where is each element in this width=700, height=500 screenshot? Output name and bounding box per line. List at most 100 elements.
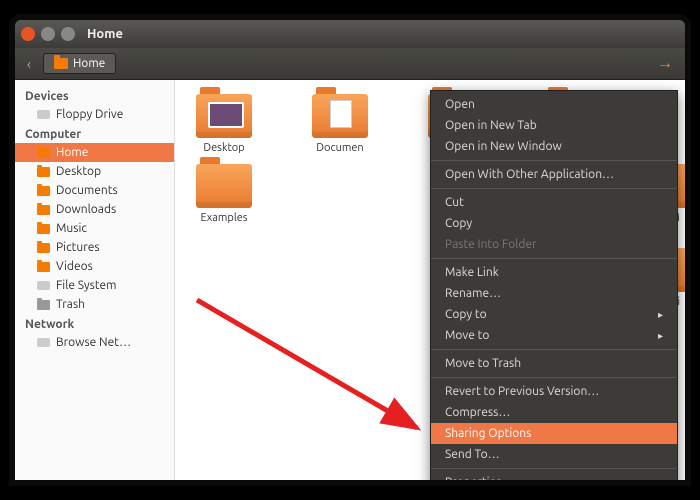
menu-item-cut[interactable]: Cut bbox=[431, 192, 677, 213]
sidebar-item-label: Browse Net… bbox=[56, 336, 131, 349]
menu-item-move-to-trash[interactable]: Move to Trash bbox=[431, 353, 677, 374]
minimize-icon[interactable] bbox=[41, 27, 55, 41]
menu-item-label: Open in New Window bbox=[445, 140, 562, 153]
menu-item-make-link[interactable]: Make Link bbox=[431, 262, 677, 283]
menu-separator bbox=[431, 468, 677, 469]
drive-icon bbox=[37, 281, 50, 290]
menu-item-open-in-new-window[interactable]: Open in New Window bbox=[431, 136, 677, 157]
menu-item-send-to[interactable]: Send To… bbox=[431, 444, 677, 465]
menu-item-label: Open With Other Application… bbox=[445, 168, 614, 181]
folder-desktop[interactable]: Desktop bbox=[185, 94, 263, 154]
sidebar-item-label: Downloads bbox=[56, 203, 116, 216]
sidebar-item-desktop[interactable]: Desktop bbox=[15, 162, 174, 181]
trash-icon bbox=[37, 300, 50, 310]
menu-separator bbox=[431, 160, 677, 161]
breadcrumb-label: Home bbox=[73, 57, 105, 70]
menu-item-copy[interactable]: Copy bbox=[431, 213, 677, 234]
folder-icon bbox=[196, 164, 252, 208]
menu-item-label: Move to Trash bbox=[445, 357, 521, 370]
menu-item-label: Copy to bbox=[445, 308, 487, 321]
sidebar-item-label: Home bbox=[56, 146, 88, 159]
sidebar-item-browse-net-[interactable]: Browse Net… bbox=[15, 333, 174, 352]
folder-icon bbox=[37, 167, 50, 177]
sidebar-header: Network bbox=[15, 314, 174, 333]
menu-item-open-with-other-application[interactable]: Open With Other Application… bbox=[431, 164, 677, 185]
close-icon[interactable] bbox=[21, 27, 35, 41]
menu-separator bbox=[431, 377, 677, 378]
sidebar-item-file-system[interactable]: File System bbox=[15, 276, 174, 295]
toolbar: ‹ Home → bbox=[15, 48, 685, 80]
folder-label: Documen bbox=[301, 142, 379, 154]
forward-button[interactable]: → bbox=[653, 52, 677, 75]
sidebar-item-label: Documents bbox=[56, 184, 118, 197]
folder-icon bbox=[37, 186, 50, 196]
menu-item-label: Cut bbox=[445, 196, 464, 209]
sidebar-item-trash[interactable]: Trash bbox=[15, 295, 174, 314]
menu-item-paste-into-folder: Paste Into Folder bbox=[431, 234, 677, 255]
breadcrumb[interactable]: Home bbox=[43, 53, 116, 74]
menu-separator bbox=[431, 188, 677, 189]
sidebar-header: Computer bbox=[15, 124, 174, 143]
folder-icon bbox=[37, 148, 50, 158]
window-title: Home bbox=[87, 27, 123, 41]
drive-icon bbox=[37, 338, 50, 347]
menu-item-label: Revert to Previous Version… bbox=[445, 385, 599, 398]
sidebar-item-videos[interactable]: Videos bbox=[15, 257, 174, 276]
folder-icon bbox=[37, 243, 50, 253]
folder-icon bbox=[37, 205, 50, 215]
menu-separator bbox=[431, 349, 677, 350]
sidebar: Devices Floppy Drive Computer Home Desktop Do… bbox=[15, 80, 175, 480]
sidebar-item-label: Music bbox=[56, 222, 87, 235]
sidebar-item-downloads[interactable]: Downloads bbox=[15, 200, 174, 219]
chevron-right-icon: ▸ bbox=[658, 330, 663, 342]
folder-label: Examples bbox=[185, 212, 263, 224]
sidebar-item-pictures[interactable]: Pictures bbox=[15, 238, 174, 257]
menu-item-move-to[interactable]: Move to ▸ bbox=[431, 325, 677, 346]
menu-item-label: Make Link bbox=[445, 266, 499, 279]
file-manager-window: Home ‹ Home → Devices Floppy Drive Compute… bbox=[15, 20, 685, 480]
chevron-right-icon: ▸ bbox=[658, 309, 663, 321]
menu-item-sharing-options[interactable]: Sharing Options bbox=[431, 423, 677, 444]
folder-label: Desktop bbox=[185, 142, 263, 154]
context-menu: Open Open in New Tab Open in New Window Ope… bbox=[430, 90, 678, 480]
sidebar-item-label: Pictures bbox=[56, 241, 100, 254]
sidebar-item-label: Videos bbox=[56, 260, 93, 273]
menu-item-open[interactable]: Open bbox=[431, 94, 677, 115]
sidebar-item-documents[interactable]: Documents bbox=[15, 181, 174, 200]
titlebar[interactable]: Home bbox=[15, 20, 685, 48]
sidebar-item-label: Floppy Drive bbox=[56, 108, 123, 121]
folder-icon bbox=[312, 94, 368, 138]
menu-item-rename[interactable]: Rename… bbox=[431, 283, 677, 304]
menu-item-revert-to-previous-version[interactable]: Revert to Previous Version… bbox=[431, 381, 677, 402]
folder-icon bbox=[54, 58, 68, 69]
sidebar-item-label: File System bbox=[56, 279, 117, 292]
sidebar-item-label: Desktop bbox=[56, 165, 101, 178]
maximize-icon[interactable] bbox=[61, 27, 75, 41]
sidebar-item-music[interactable]: Music bbox=[15, 219, 174, 238]
menu-item-label: Properties bbox=[445, 476, 501, 480]
menu-item-label: Move to bbox=[445, 329, 489, 342]
menu-item-label: Compress… bbox=[445, 406, 510, 419]
sidebar-item-home[interactable]: Home bbox=[15, 143, 174, 162]
folder-documen[interactable]: Documen bbox=[301, 94, 379, 154]
sidebar-header: Devices bbox=[15, 86, 174, 105]
drive-icon bbox=[37, 110, 50, 119]
menu-item-label: Open in New Tab bbox=[445, 119, 537, 132]
menu-item-compress[interactable]: Compress… bbox=[431, 402, 677, 423]
back-button[interactable]: ‹ bbox=[23, 54, 35, 74]
sidebar-item-label: Trash bbox=[56, 298, 85, 311]
menu-item-label: Rename… bbox=[445, 287, 501, 300]
menu-item-label: Copy bbox=[445, 217, 472, 230]
menu-item-label: Send To… bbox=[445, 448, 500, 461]
menu-separator bbox=[431, 258, 677, 259]
folder-icon bbox=[196, 94, 252, 138]
menu-item-label: Open bbox=[445, 98, 475, 111]
menu-item-label: Paste Into Folder bbox=[445, 238, 537, 251]
menu-item-open-in-new-tab[interactable]: Open in New Tab bbox=[431, 115, 677, 136]
menu-item-copy-to[interactable]: Copy to ▸ bbox=[431, 304, 677, 325]
menu-item-properties[interactable]: Properties bbox=[431, 472, 677, 480]
folder-examples[interactable]: Examples bbox=[185, 164, 263, 224]
folder-icon bbox=[37, 262, 50, 272]
folder-icon bbox=[37, 224, 50, 234]
sidebar-item-floppy-drive[interactable]: Floppy Drive bbox=[15, 105, 174, 124]
